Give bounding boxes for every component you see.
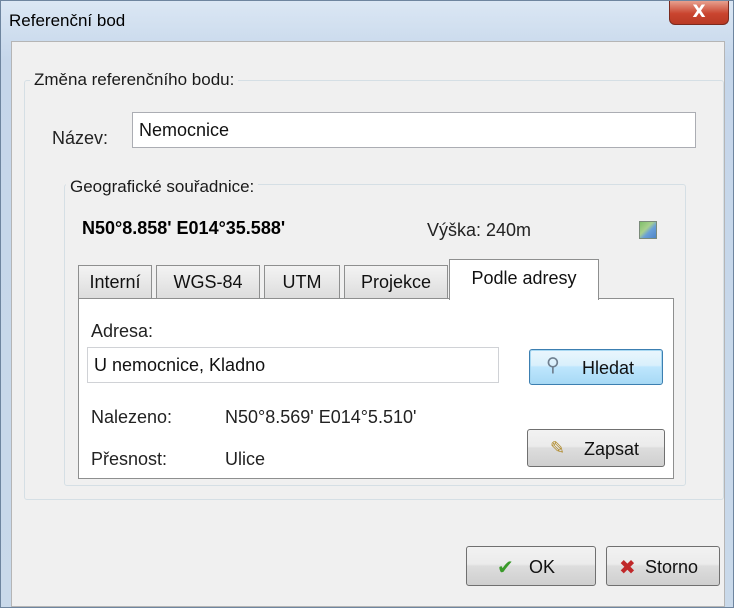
tab-label: UTM	[282, 272, 322, 292]
reference-point-group-legend: Změna referenčního bodu:	[30, 70, 239, 90]
found-label: Nalezeno:	[91, 407, 173, 427]
cancel-button-label: Storno	[645, 557, 699, 577]
tab-label: Podle adresy	[471, 268, 577, 288]
cancel-button[interactable]: ✖ Storno	[606, 546, 720, 586]
tab-utm[interactable]: UTM	[264, 265, 340, 299]
name-label: Název:	[52, 128, 109, 148]
tab-label: WGS-84	[173, 272, 243, 292]
checkmark-icon: ✔	[497, 555, 514, 579]
ok-button[interactable]: ✔ OK	[466, 546, 596, 586]
address-label: Adresa:	[91, 321, 154, 341]
pencil-icon: ✎	[550, 438, 566, 459]
name-input[interactable]: Nemocnice	[132, 112, 696, 148]
ok-button-label: OK	[529, 557, 556, 577]
close-button[interactable]: X	[669, 1, 729, 25]
tab-label: Projekce	[360, 272, 432, 292]
coordinates-value: N50°8.858' E014°35.588'	[82, 218, 286, 238]
tab-interni[interactable]: Interní	[78, 265, 152, 299]
title-bar[interactable]: Referenční bod X	[1, 1, 733, 37]
search-button-label: Hledat	[582, 358, 635, 378]
geo-coordinates-legend: Geografické souřadnice:	[66, 177, 259, 197]
found-value: N50°8.569' E014°5.510'	[225, 407, 417, 427]
cross-icon: ✖	[619, 555, 636, 579]
magnifier-icon: ⚲	[546, 354, 560, 376]
map-icon[interactable]	[639, 221, 657, 239]
close-icon: X	[692, 2, 706, 22]
dialog-client-area: Změna referenčního bodu: Název: Nemocnic…	[11, 41, 725, 607]
tab-wgs84[interactable]: WGS-84	[156, 265, 260, 299]
search-button[interactable]: ⚲ Hledat	[529, 349, 663, 385]
tab-label: Interní	[89, 272, 141, 292]
address-tab-panel: Adresa: U nemocnice, Kladno ⚲ Hledat Nal…	[78, 298, 674, 479]
dialog-window: Referenční bod X Změna referenčního bodu…	[0, 0, 734, 608]
tab-projekce[interactable]: Projekce	[344, 265, 448, 299]
write-button[interactable]: ✎ Zapsat	[527, 429, 665, 467]
address-input[interactable]: U nemocnice, Kladno	[87, 347, 499, 383]
precision-value: Ulice	[225, 449, 266, 469]
tab-podle-adresy[interactable]: Podle adresy	[449, 259, 599, 300]
precision-label: Přesnost:	[91, 449, 168, 469]
window-title: Referenční bod	[9, 11, 126, 30]
write-button-label: Zapsat	[584, 439, 640, 459]
altitude-value: Výška: 240m	[427, 220, 532, 240]
